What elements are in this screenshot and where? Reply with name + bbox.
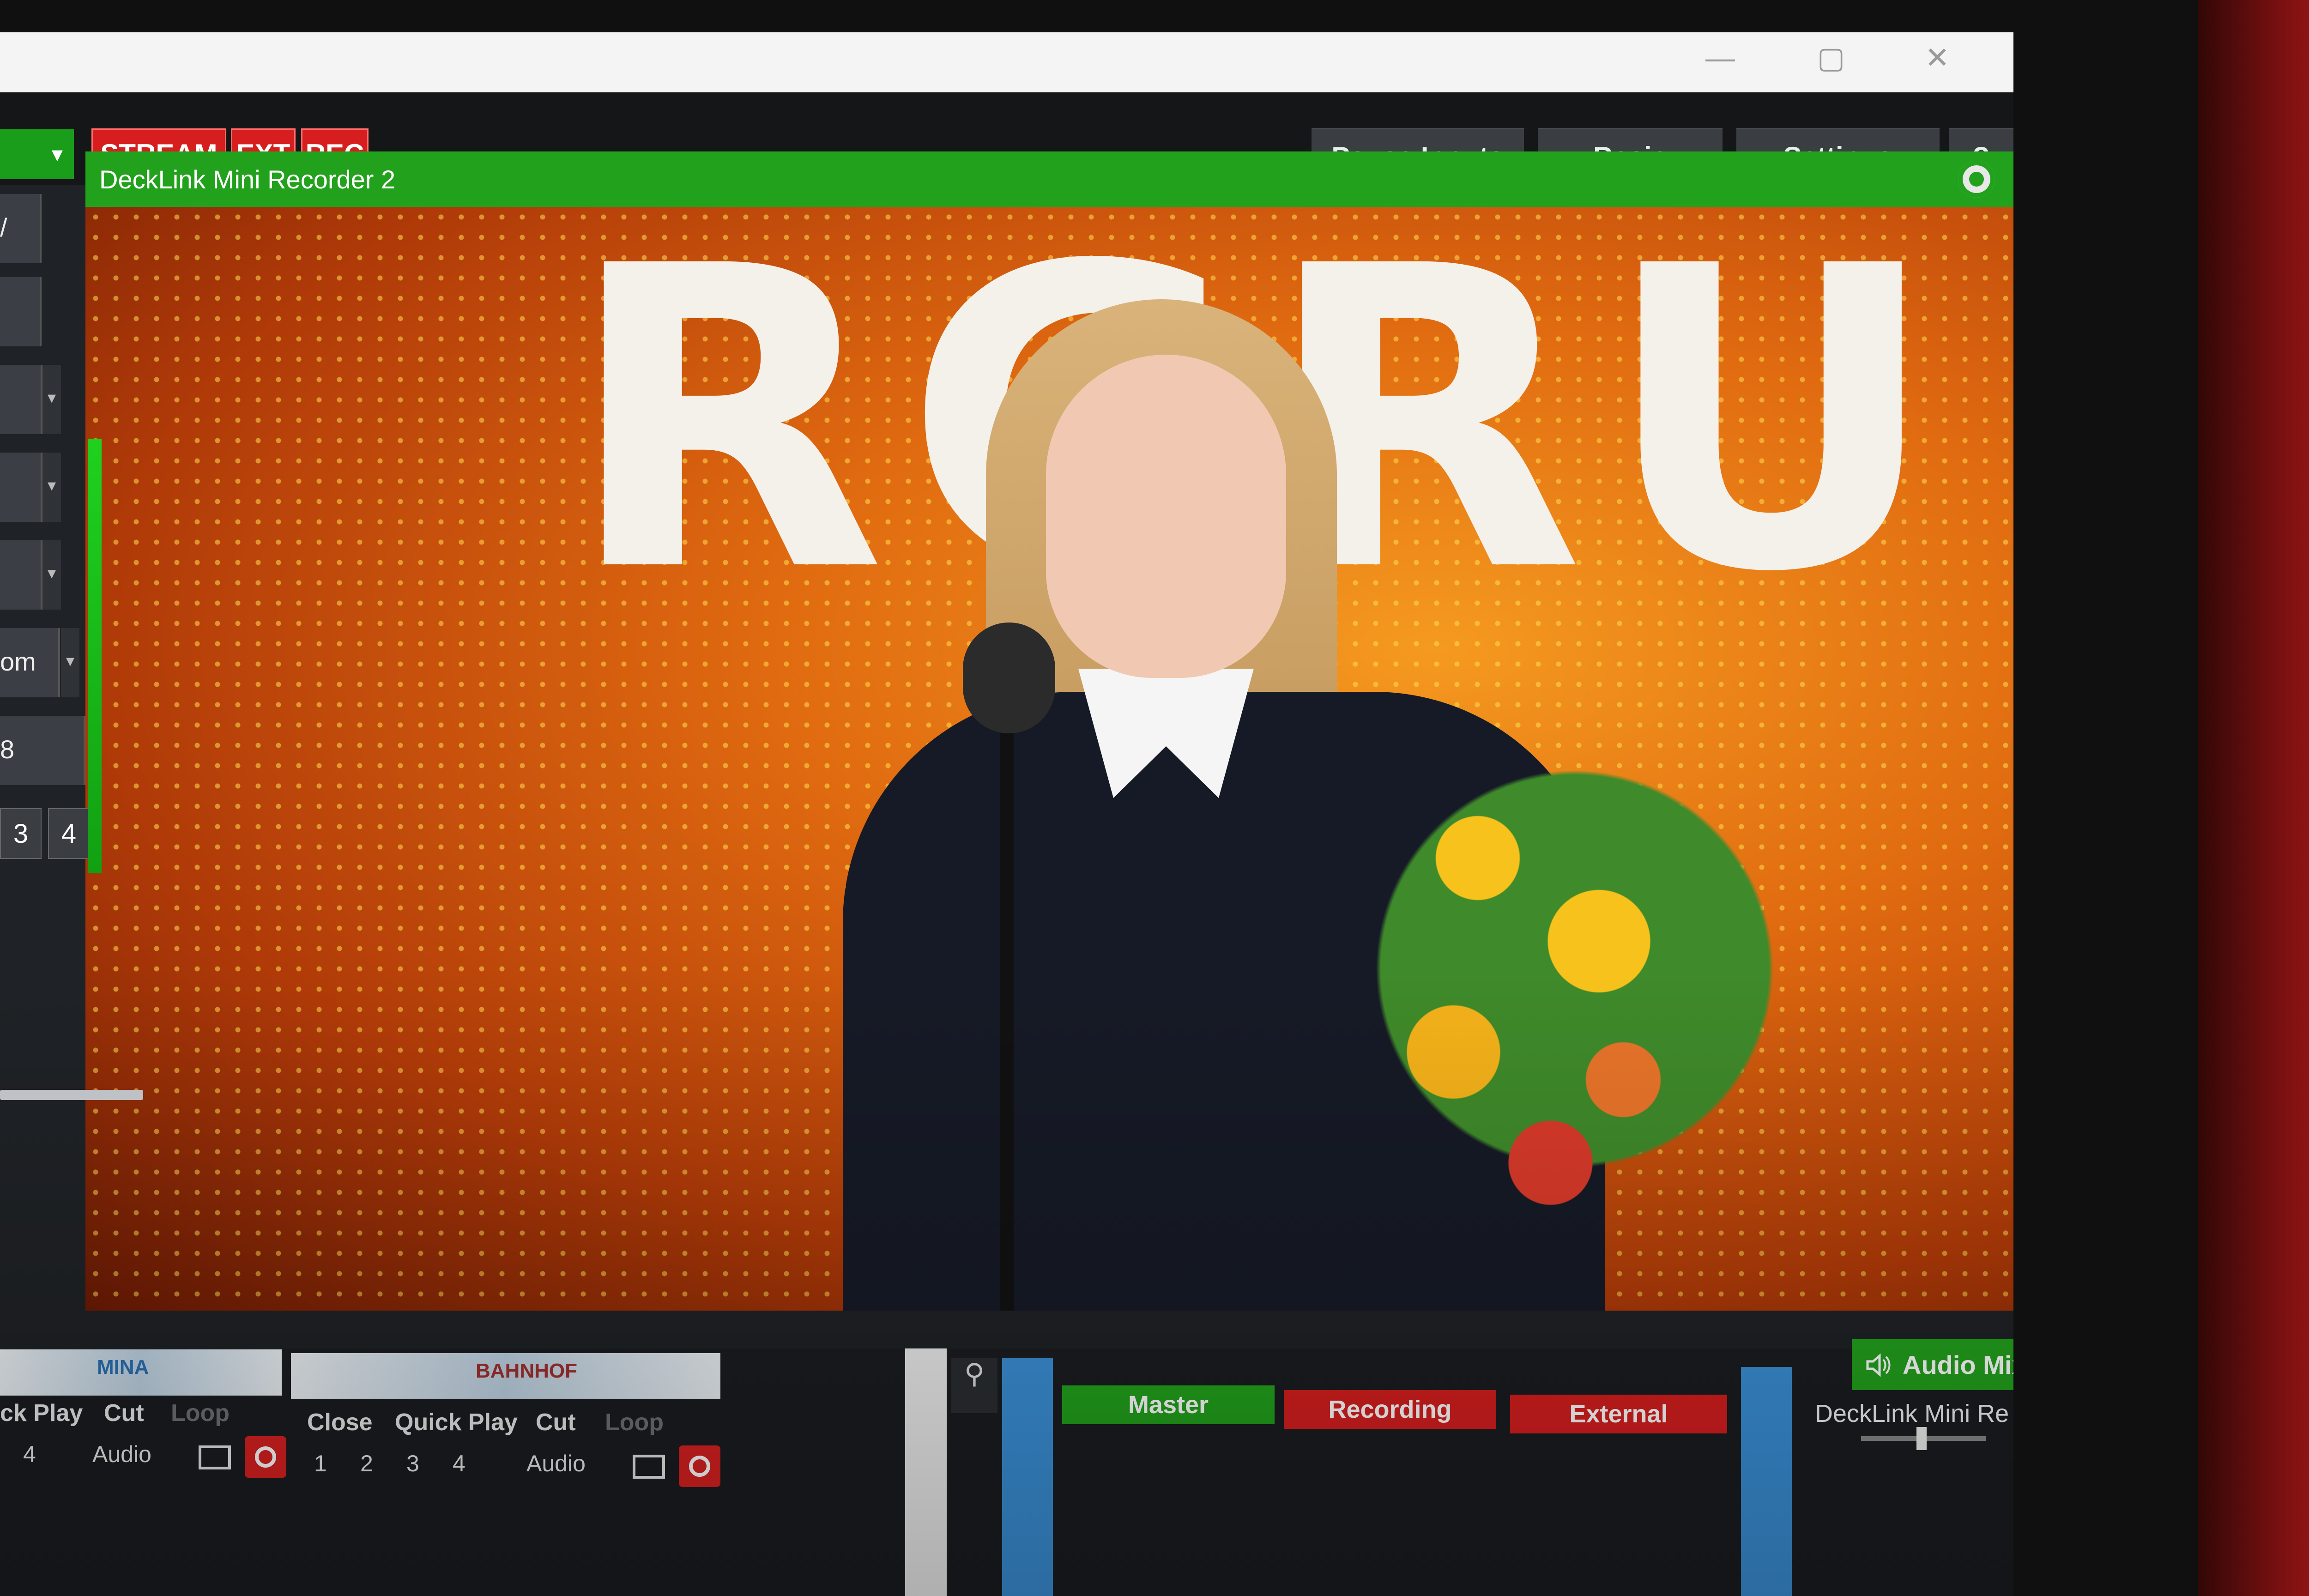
- left-item-2[interactable]: [0, 277, 42, 346]
- tab-master[interactable]: Master: [1062, 1385, 1275, 1424]
- left-item-5[interactable]: [0, 540, 42, 610]
- monitor-icon[interactable]: [633, 1455, 665, 1479]
- minimize-button[interactable]: —: [1699, 41, 1741, 75]
- pin-icon[interactable]: ⚲: [951, 1358, 997, 1413]
- microphone-stand: [1000, 706, 1014, 1311]
- audio-mixer-title: Audio Mixer: [1903, 1350, 2013, 1379]
- monitor-icon[interactable]: [199, 1445, 231, 1469]
- flower-bouquet: [1332, 692, 1817, 1246]
- overlay-button-4[interactable]: 4: [453, 1450, 465, 1477]
- audio-mixer-header[interactable]: Audio Mixer: [1852, 1339, 2013, 1390]
- input-scrollbar[interactable]: [905, 1348, 947, 1596]
- close-button[interactable]: ✕: [1916, 41, 1958, 75]
- left-item-1[interactable]: /: [0, 194, 42, 263]
- overlay-button-3[interactable]: 3: [0, 808, 42, 859]
- input-settings-gear-icon[interactable]: [245, 1436, 286, 1478]
- microphone: [963, 623, 1055, 733]
- bottom-inputs-area: MINA ck Play Cut Loop 4 Audio BAHNHOF Cl…: [0, 1339, 2013, 1596]
- audio-button[interactable]: Audio: [92, 1441, 151, 1468]
- input-thumbnail[interactable]: MINA: [0, 1349, 282, 1396]
- input-settings-gear-icon[interactable]: [679, 1445, 720, 1487]
- loop-button[interactable]: Loop: [171, 1399, 230, 1427]
- recording-level-meter: [1741, 1367, 1792, 1596]
- input-thumbnail[interactable]: BAHNHOF: [291, 1353, 720, 1399]
- balance-slider-handle[interactable]: [1916, 1427, 1927, 1450]
- mixer-channel-label: DeckLink Mini Re: [1815, 1400, 2009, 1427]
- maximize-button[interactable]: ▢: [1810, 41, 1852, 75]
- gear-icon[interactable]: [1958, 161, 1995, 198]
- quick-play-button[interactable]: ck Play: [0, 1399, 83, 1427]
- thumbnail-text: MINA: [97, 1356, 149, 1378]
- tab-recording[interactable]: Recording: [1284, 1390, 1496, 1429]
- thumbnail-text: BAHNHOF: [476, 1360, 577, 1382]
- master-level-meter: [1002, 1358, 1053, 1596]
- audio-level-meter: [88, 439, 102, 873]
- chevron-down-icon[interactable]: ▾: [61, 628, 79, 697]
- person-face: [1046, 355, 1286, 678]
- window-titlebar: — ▢ ✕: [0, 32, 2013, 92]
- preview-title-bar: DeckLink Mini Recorder 2: [85, 151, 2013, 207]
- overlay-button-2[interactable]: 2: [360, 1450, 373, 1477]
- chevron-down-icon[interactable]: ▾: [42, 540, 61, 610]
- tab-external[interactable]: External: [1510, 1395, 1727, 1433]
- overlay-button-4[interactable]: 4: [48, 808, 90, 859]
- cut-button[interactable]: Cut: [536, 1409, 576, 1436]
- left-item-4[interactable]: [0, 453, 42, 522]
- overlay-button-1[interactable]: 1: [314, 1450, 327, 1477]
- close-button[interactable]: Close: [307, 1409, 373, 1436]
- quick-play-button[interactable]: Quick Play: [395, 1409, 518, 1436]
- left-item-3[interactable]: [0, 365, 42, 434]
- overlay-button-3[interactable]: 3: [406, 1450, 419, 1477]
- vmix-screen: — ▢ ✕ ▾ STREAM EXT REC Pause Inputs Basi…: [0, 32, 2013, 1596]
- preview-video[interactable]: RGRU: [85, 207, 2013, 1311]
- left-panel: / ▾ ▾ ▾ om ▾ 8 3 4: [0, 185, 143, 1100]
- background-wall: [2189, 0, 2309, 1596]
- left-item-6[interactable]: om: [0, 628, 60, 697]
- speaker-icon: [1866, 1353, 1891, 1377]
- overlay-button-4[interactable]: 4: [23, 1441, 36, 1468]
- loop-button[interactable]: Loop: [605, 1409, 664, 1436]
- cut-button[interactable]: Cut: [104, 1399, 144, 1427]
- audio-button[interactable]: Audio: [526, 1450, 586, 1477]
- chevron-down-icon[interactable]: ▾: [42, 365, 61, 434]
- chevron-down-icon[interactable]: ▾: [42, 453, 61, 522]
- preview-title: DeckLink Mini Recorder 2: [99, 164, 396, 194]
- chevron-down-icon: ▾: [51, 142, 63, 167]
- monitor-bezel: — ▢ ✕ ▾ STREAM EXT REC Pause Inputs Basi…: [0, 0, 2198, 1596]
- preset-dropdown[interactable]: ▾: [0, 129, 74, 179]
- left-item-7[interactable]: 8: [0, 716, 85, 785]
- transition-slider[interactable]: [0, 1090, 143, 1100]
